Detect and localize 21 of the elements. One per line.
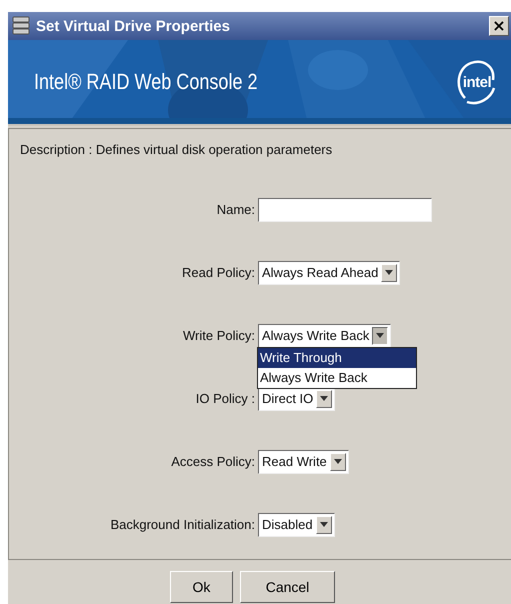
banner-title: Intel® RAID Web Console 2 xyxy=(34,69,258,95)
dropdown[interactable]: Always Read Ahead xyxy=(258,260,400,284)
cancel-button[interactable]: Cancel xyxy=(240,571,335,603)
dropdown[interactable]: Disabled xyxy=(258,512,335,536)
description-text: Description : Defines virtual disk operation parameters xyxy=(19,141,334,159)
drive-stack-icon xyxy=(12,16,30,36)
name-field[interactable] xyxy=(258,198,432,222)
field-label: IO Policy : xyxy=(196,391,256,406)
field-label: Read Policy: xyxy=(182,265,256,280)
ok-button[interactable]: Ok xyxy=(170,571,233,603)
field-label: Background Initialization: xyxy=(110,517,256,532)
dropdown[interactable]: Always Write Back xyxy=(258,324,392,348)
field-label: Name: xyxy=(216,202,256,217)
field-label: Write Policy: xyxy=(183,328,256,343)
field-label: Access Policy: xyxy=(171,454,256,469)
dropdown[interactable]: Read Write xyxy=(258,450,349,474)
dropdown-option[interactable]: Write Through xyxy=(258,348,416,368)
close-button[interactable]: × xyxy=(489,16,509,36)
intel-logo: intel xyxy=(457,58,497,106)
dropdown-option[interactable]: Always Write Back xyxy=(258,368,416,388)
window-title: Set Virtual Drive Properties xyxy=(36,18,231,34)
